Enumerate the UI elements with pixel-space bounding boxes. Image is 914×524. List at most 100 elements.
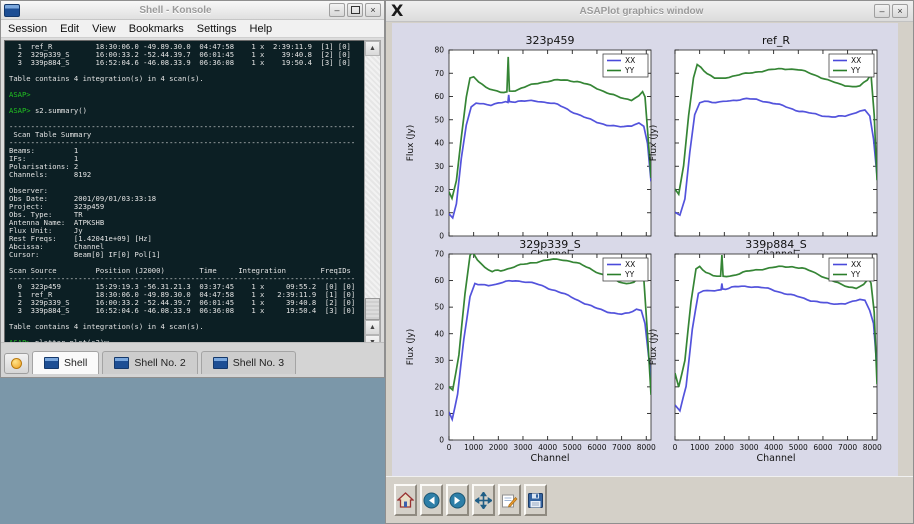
figure-canvas[interactable]: Channel 0 10 20 30 40 50 60 70 80 Flux (Jy) 323p459… xyxy=(392,23,898,478)
y-axis-label: Flux (Jy) xyxy=(406,329,416,366)
close-icon[interactable]: × xyxy=(365,3,381,17)
tab-label: Shell No. 2 xyxy=(134,357,185,369)
x-tick-label: 0 xyxy=(447,443,452,452)
home-button[interactable] xyxy=(394,484,417,516)
x-tick-label: 1000 xyxy=(690,443,709,452)
menu-session[interactable]: Session xyxy=(8,23,47,35)
subplot-ref-r: ChannelFlux (Jy)ref_RXXYY xyxy=(649,34,877,260)
x-axis-label: Channel xyxy=(756,453,795,464)
menu-help[interactable]: Help xyxy=(250,23,273,35)
konsole-titlebar[interactable]: Shell - Konsole – × xyxy=(1,1,384,20)
subplot-329p339-s: Channel010002000300040005000600070008000… xyxy=(406,238,656,464)
terminal-line: Cursor: Beam[0] IF[0] Pol[1] xyxy=(9,251,364,259)
tab-shell-no-3[interactable]: Shell No. 3 xyxy=(201,351,296,374)
y-tick-label: 0 xyxy=(439,436,444,445)
tab-shell-no-2[interactable]: Shell No. 2 xyxy=(102,351,197,374)
terminal-line: ASAP> s2.summary() xyxy=(9,107,364,115)
legend: XXYY xyxy=(603,258,648,281)
x-tick-label: 5000 xyxy=(563,443,582,452)
tab-shell[interactable]: Shell xyxy=(32,351,99,374)
desktop: Shell - Konsole – × Session Edit View Bookm… xyxy=(0,0,914,524)
back-button[interactable] xyxy=(420,484,443,516)
x-tick-label: 8000 xyxy=(863,443,882,452)
konsole-menubar: Session Edit View Bookmarks Settings Help xyxy=(1,20,384,38)
terminal-line: ASAP> xyxy=(9,91,364,99)
plot-title: 329p339_S xyxy=(519,238,580,251)
forward-button[interactable] xyxy=(446,484,469,516)
close-icon[interactable]: × xyxy=(892,4,908,18)
legend-label: YY xyxy=(850,270,861,279)
x-tick-label: 2000 xyxy=(489,443,508,452)
minimize-icon[interactable]: – xyxy=(329,3,345,17)
x-tick-label: 1000 xyxy=(464,443,483,452)
menu-edit[interactable]: Edit xyxy=(60,23,79,35)
tab-list: Shell Shell No. 2 Shell No. 3 xyxy=(32,351,296,374)
x-tick-label: 4000 xyxy=(538,443,557,452)
shell-icon xyxy=(213,357,228,369)
konsole-app-icon xyxy=(4,4,20,17)
y-tick-label: 40 xyxy=(434,329,444,338)
legend-label: YY xyxy=(624,270,635,279)
shell-icon xyxy=(44,357,59,369)
y-tick-label: 80 xyxy=(434,46,444,55)
menu-view[interactable]: View xyxy=(92,23,116,35)
back-arrow-icon xyxy=(423,492,440,509)
x-tick-label: 6000 xyxy=(587,443,606,452)
scroll-up-icon[interactable]: ▲ xyxy=(365,41,380,56)
y-tick-label: 60 xyxy=(434,92,444,101)
subplots-edit-icon xyxy=(501,492,518,509)
save-floppy-icon xyxy=(527,492,544,509)
save-button[interactable] xyxy=(524,484,547,516)
terminal-line: Table contains 4 integration(s) in 4 sca… xyxy=(9,323,364,331)
y-tick-label: 0 xyxy=(439,232,444,241)
x-axis-label: Channel xyxy=(530,453,569,464)
scroll-up-icon-bottom[interactable]: ▲ xyxy=(365,320,380,335)
terminal-output[interactable]: 1 ref_R 18:30:06.0 -49.89.30.0 04:47:58 … xyxy=(4,40,364,351)
konsole-window: Shell - Konsole – × Session Edit View Bookm… xyxy=(0,0,385,378)
x-tick-label: 7000 xyxy=(838,443,857,452)
legend-label: XX xyxy=(851,260,861,269)
terminal-line: Channels: 8192 xyxy=(9,171,364,179)
new-session-button[interactable] xyxy=(4,353,29,374)
y-tick-label: 30 xyxy=(434,356,444,365)
y-tick-label: 70 xyxy=(434,250,444,259)
tab-label: Shell xyxy=(64,357,87,369)
y-tick-label: 50 xyxy=(434,303,444,312)
subplot-339p884-s: Channel010002000300040005000600070008000… xyxy=(649,238,882,464)
x-tick-label: 8000 xyxy=(637,443,656,452)
maximize-icon[interactable] xyxy=(347,3,363,17)
pan-button[interactable] xyxy=(472,484,495,516)
y-tick-label: 10 xyxy=(434,208,444,217)
x-tick-label: 5000 xyxy=(789,443,808,452)
y-tick-label: 50 xyxy=(434,115,444,124)
menu-settings[interactable]: Settings xyxy=(197,23,237,35)
asaplot-titlebar[interactable]: X ASAPlot graphics window – × xyxy=(386,1,913,22)
plot-title: ref_R xyxy=(762,34,790,47)
asaplot-window-title: ASAPlot graphics window xyxy=(411,6,872,17)
konsole-window-title: Shell - Konsole xyxy=(24,5,327,16)
scrollbar-thumb[interactable] xyxy=(365,298,380,320)
y-tick-label: 10 xyxy=(434,409,444,418)
forward-arrow-icon xyxy=(449,492,466,509)
y-tick-label: 70 xyxy=(434,69,444,78)
terminal-line: Table contains 4 integration(s) in 4 sca… xyxy=(9,75,364,83)
y-tick-label: 40 xyxy=(434,139,444,148)
maximize-box-icon xyxy=(351,6,360,14)
legend-label: XX xyxy=(625,260,635,269)
terminal-scrollbar[interactable]: ▲ ▲ ▼ xyxy=(364,40,381,351)
scrollbar-track[interactable] xyxy=(365,56,380,320)
menu-bookmarks[interactable]: Bookmarks xyxy=(129,23,184,35)
y-tick-label: 30 xyxy=(434,162,444,171)
minimize-icon[interactable]: – xyxy=(874,4,890,18)
legend: XXYY xyxy=(603,54,648,77)
x-tick-label: 3000 xyxy=(739,443,758,452)
plot-title: 323p459 xyxy=(526,34,575,47)
plot-title: 339p884_S xyxy=(745,238,806,251)
terminal-line xyxy=(9,179,364,187)
plot-toolbar xyxy=(386,476,913,523)
legend-label: YY xyxy=(624,66,635,75)
y-tick-label: 20 xyxy=(434,185,444,194)
shell-icon xyxy=(114,357,129,369)
x11-app-icon: X xyxy=(391,2,411,20)
subplots-config-button[interactable] xyxy=(498,484,521,516)
